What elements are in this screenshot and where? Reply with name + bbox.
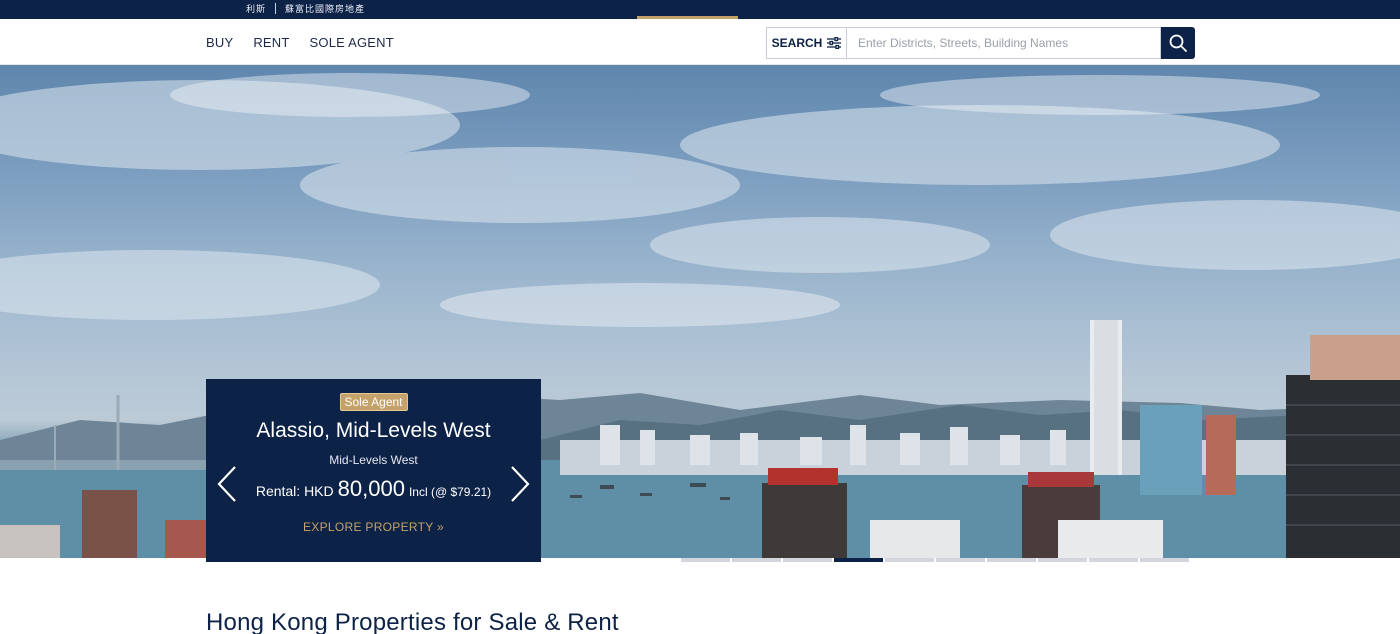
price-suffix: Incl (@ $79.21) (408, 485, 492, 499)
property-title[interactable]: Alassio, Mid-Levels West (206, 419, 541, 443)
property-district: Mid-Levels West (329, 453, 418, 467)
carousel-indicator[interactable] (783, 558, 832, 562)
nav-sole-agent-link[interactable]: SOLE AGENT (310, 35, 394, 50)
chevron-left-icon[interactable] (216, 465, 238, 503)
brand-name-zh: 蘇富比國際房地產 (285, 5, 366, 15)
section-title: Hong Kong Properties for Sale & Rent (206, 609, 619, 634)
price-amount: 80,000 (337, 476, 405, 501)
explore-property-link[interactable]: EXPLORE PROPERTY » (206, 520, 541, 534)
carousel-indicator[interactable] (834, 558, 883, 562)
nav-rent-link[interactable]: RENT (253, 35, 289, 50)
nav-buy-link[interactable]: BUY (206, 35, 233, 50)
price-prefix: Rental: HKD (255, 483, 334, 499)
property-price: Rental: HKD 80,000 Incl (@ $79.21) (206, 476, 541, 502)
brand-logo[interactable]: 利斯 蘇富比國際房地產 (246, 2, 365, 15)
carousel-indicator[interactable] (987, 558, 1036, 562)
carousel-indicator[interactable] (732, 558, 781, 562)
nav-links: BUY RENT SOLE AGENT (206, 19, 394, 65)
chevron-right-icon[interactable] (509, 465, 531, 503)
carousel-indicator[interactable] (1140, 558, 1189, 562)
featured-property-card[interactable]: Sole Agent Alassio, Mid-Levels West Mid-… (206, 379, 541, 562)
search-bar: SEARCH (766, 27, 1195, 59)
carousel-indicator[interactable] (681, 558, 730, 562)
search-icon (1169, 34, 1187, 52)
main-nav-bar: BUY RENT SOLE AGENT SEARCH (0, 19, 1400, 65)
carousel-indicator[interactable] (1089, 558, 1138, 562)
top-brand-bar: 利斯 蘇富比國際房地產 (0, 0, 1400, 19)
carousel-indicator[interactable] (885, 558, 934, 562)
filter-sliders-icon (827, 37, 842, 49)
search-options-button[interactable]: SEARCH (766, 27, 846, 59)
carousel-indicators (681, 558, 1189, 562)
sole-agent-badge: Sole Agent (339, 393, 408, 411)
search-submit-button[interactable] (1161, 27, 1195, 59)
brand-name-en: 利斯 (246, 5, 267, 15)
search-input[interactable] (846, 27, 1161, 59)
brand-divider (275, 3, 277, 14)
carousel-indicator[interactable] (936, 558, 985, 562)
carousel-indicator[interactable] (1038, 558, 1087, 562)
search-label: SEARCH (771, 36, 823, 50)
